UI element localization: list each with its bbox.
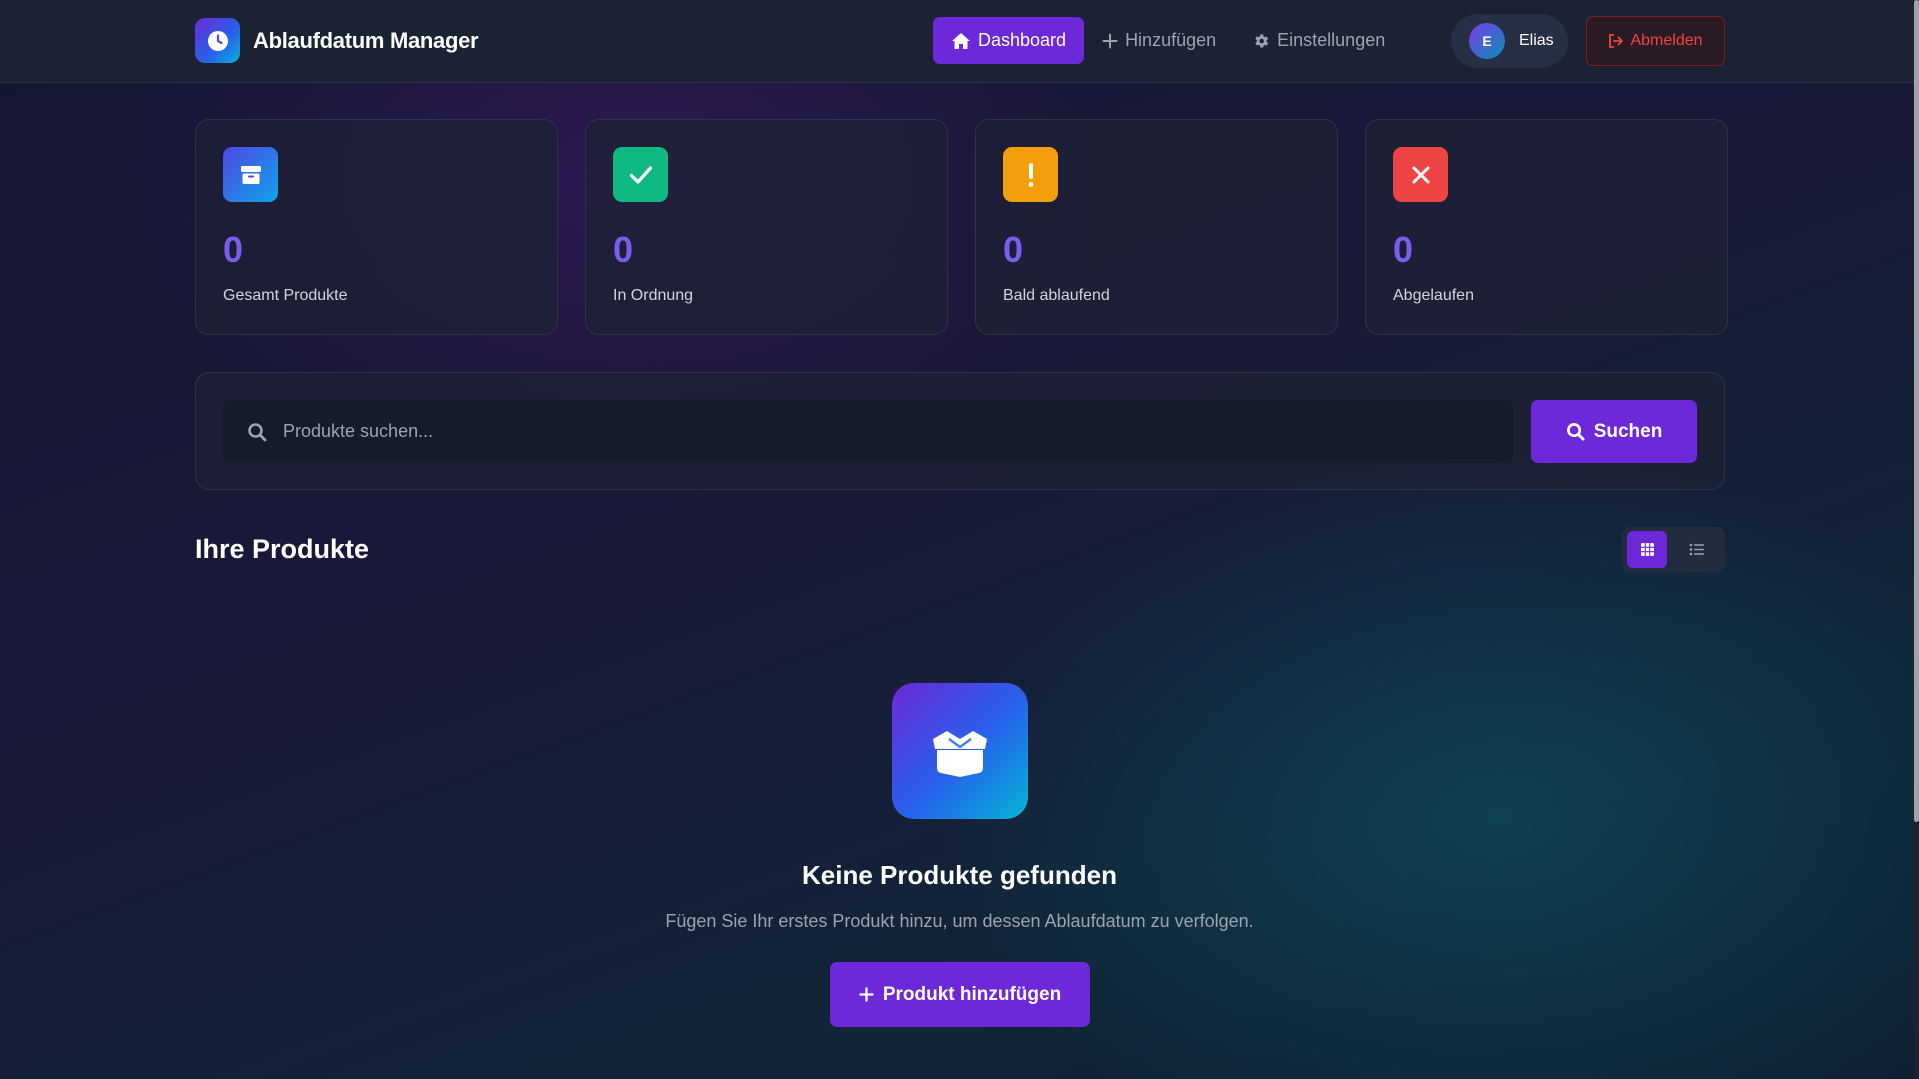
- nav-settings-label: Einstellungen: [1277, 30, 1386, 50]
- search-button[interactable]: Suchen: [1531, 400, 1697, 463]
- home-icon: [951, 32, 971, 50]
- gear-icon: [1252, 32, 1270, 50]
- avatar: E: [1469, 23, 1505, 59]
- nav-dashboard[interactable]: Dashboard: [933, 17, 1085, 64]
- grid-view-button[interactable]: [1627, 531, 1667, 568]
- app-title: Ablaufdatum Manager: [253, 27, 479, 53]
- stat-value: 0: [223, 229, 244, 270]
- view-toggle: [1622, 527, 1725, 572]
- exclamation-icon: [1003, 147, 1058, 202]
- search-button-label: Suchen: [1593, 420, 1663, 442]
- user-name: Elias: [1519, 32, 1554, 49]
- empty-state-title: Keine Produkte gefunden: [802, 860, 1117, 890]
- grid-icon: [1640, 542, 1655, 557]
- stat-card-ok: 0 In Ordnung: [585, 119, 948, 335]
- x-icon: [1393, 147, 1448, 202]
- stat-value: 0: [1003, 229, 1024, 270]
- nav-settings[interactable]: Einstellungen: [1234, 17, 1403, 64]
- clock-icon: [195, 18, 240, 63]
- add-product-button[interactable]: Produkt hinzufügen: [830, 962, 1090, 1027]
- list-view-button[interactable]: [1677, 531, 1717, 568]
- stat-label: In Ordnung: [613, 287, 694, 304]
- search-field[interactable]: [223, 400, 1513, 463]
- list-icon: [1689, 543, 1705, 556]
- stat-card-expiring: 0 Bald ablaufend: [975, 119, 1338, 335]
- main-nav: Dashboard Hinzufügen Einstellungen: [933, 17, 1403, 64]
- stat-value: 0: [613, 229, 634, 270]
- logout-button[interactable]: Abmelden: [1586, 16, 1725, 66]
- stat-label: Gesamt Produkte: [223, 287, 348, 304]
- brand[interactable]: Ablaufdatum Manager: [195, 18, 479, 63]
- scrollbar-thumb[interactable]: [1914, 0, 1919, 822]
- nav-add-label: Hinzufügen: [1125, 30, 1217, 50]
- search-icon: [1566, 422, 1585, 441]
- sign-out-icon: [1608, 34, 1624, 48]
- search-icon: [247, 422, 267, 442]
- stat-card-total: 0 Gesamt Produkte: [195, 119, 558, 335]
- stats-row: 0 Gesamt Produkte 0 In Ordnung 0 Bald ab…: [195, 119, 1728, 335]
- stat-value: 0: [1393, 229, 1414, 270]
- nav-add[interactable]: Hinzufügen: [1084, 17, 1234, 64]
- nav-dashboard-label: Dashboard: [978, 30, 1067, 50]
- stat-label: Bald ablaufend: [1003, 287, 1110, 304]
- check-icon: [613, 147, 668, 202]
- search-panel: Suchen: [195, 372, 1725, 490]
- stat-card-expired: 0 Abgelaufen: [1365, 119, 1728, 335]
- empty-state-text: Fügen Sie Ihr erstes Produkt hinzu, um d…: [665, 911, 1254, 931]
- products-title: Ihre Produkte: [195, 534, 370, 564]
- user-menu[interactable]: E Elias: [1451, 14, 1568, 68]
- open-box-icon: [892, 683, 1028, 819]
- search-input[interactable]: [283, 421, 1483, 442]
- logout-label: Abmelden: [1630, 32, 1703, 49]
- stat-label: Abgelaufen: [1393, 287, 1474, 304]
- box-icon: [223, 147, 278, 202]
- add-product-label: Produkt hinzufügen: [882, 983, 1062, 1005]
- plus-icon: [1102, 33, 1118, 49]
- top-navbar: Ablaufdatum Manager Dashboard Hinzufügen…: [0, 0, 1914, 83]
- plus-icon: [859, 987, 874, 1002]
